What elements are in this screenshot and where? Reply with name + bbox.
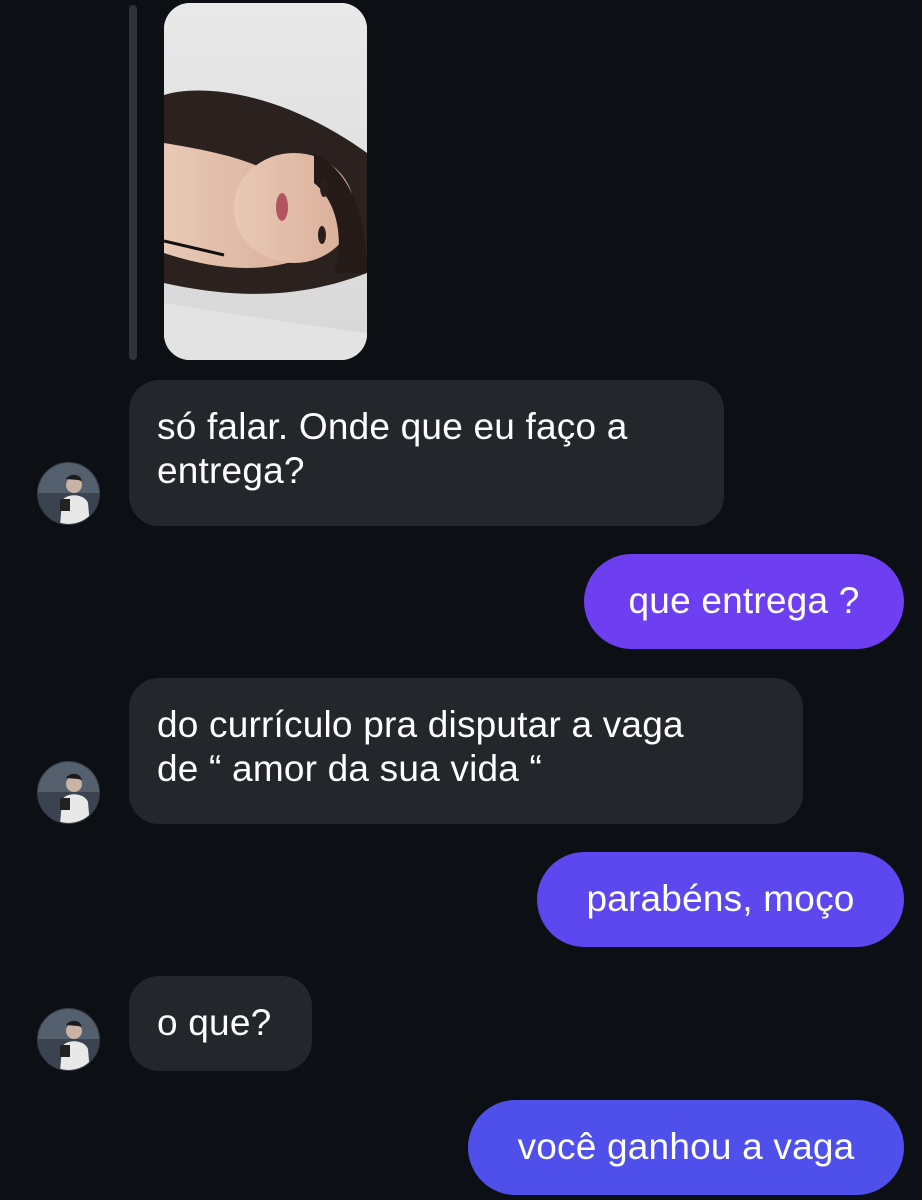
incoming-message[interactable]: o que? [129,976,312,1071]
contact-avatar-icon[interactable] [37,761,100,824]
contact-avatar-icon[interactable] [37,1008,100,1071]
message-text: do currículo pra disputar a vaga [157,704,684,745]
message-text: você ganhou a vaga [517,1126,855,1167]
message-text: de “ amor da sua vida “ [157,748,543,789]
message-text: só falar. Onde que eu faço a [157,406,628,447]
message-text: parabéns, moço [586,878,855,919]
chat-thread: só falar. Onde que eu faço a entrega? qu… [0,0,922,1200]
incoming-message[interactable]: só falar. Onde que eu faço a entrega? [129,380,724,526]
outgoing-message[interactable]: parabéns, moço [537,852,904,947]
message-text: entrega? [157,450,305,491]
reply-quote-bar [129,5,137,360]
contact-avatar-icon[interactable] [37,462,100,525]
message-text: que entrega ? [628,580,860,621]
outgoing-message[interactable]: você ganhou a vaga [468,1100,904,1195]
incoming-message[interactable]: do currículo pra disputar a vaga de “ am… [129,678,803,824]
outgoing-message[interactable]: que entrega ? [584,554,904,649]
replied-story-photo[interactable] [164,3,367,360]
message-text: o que? [157,1002,272,1043]
